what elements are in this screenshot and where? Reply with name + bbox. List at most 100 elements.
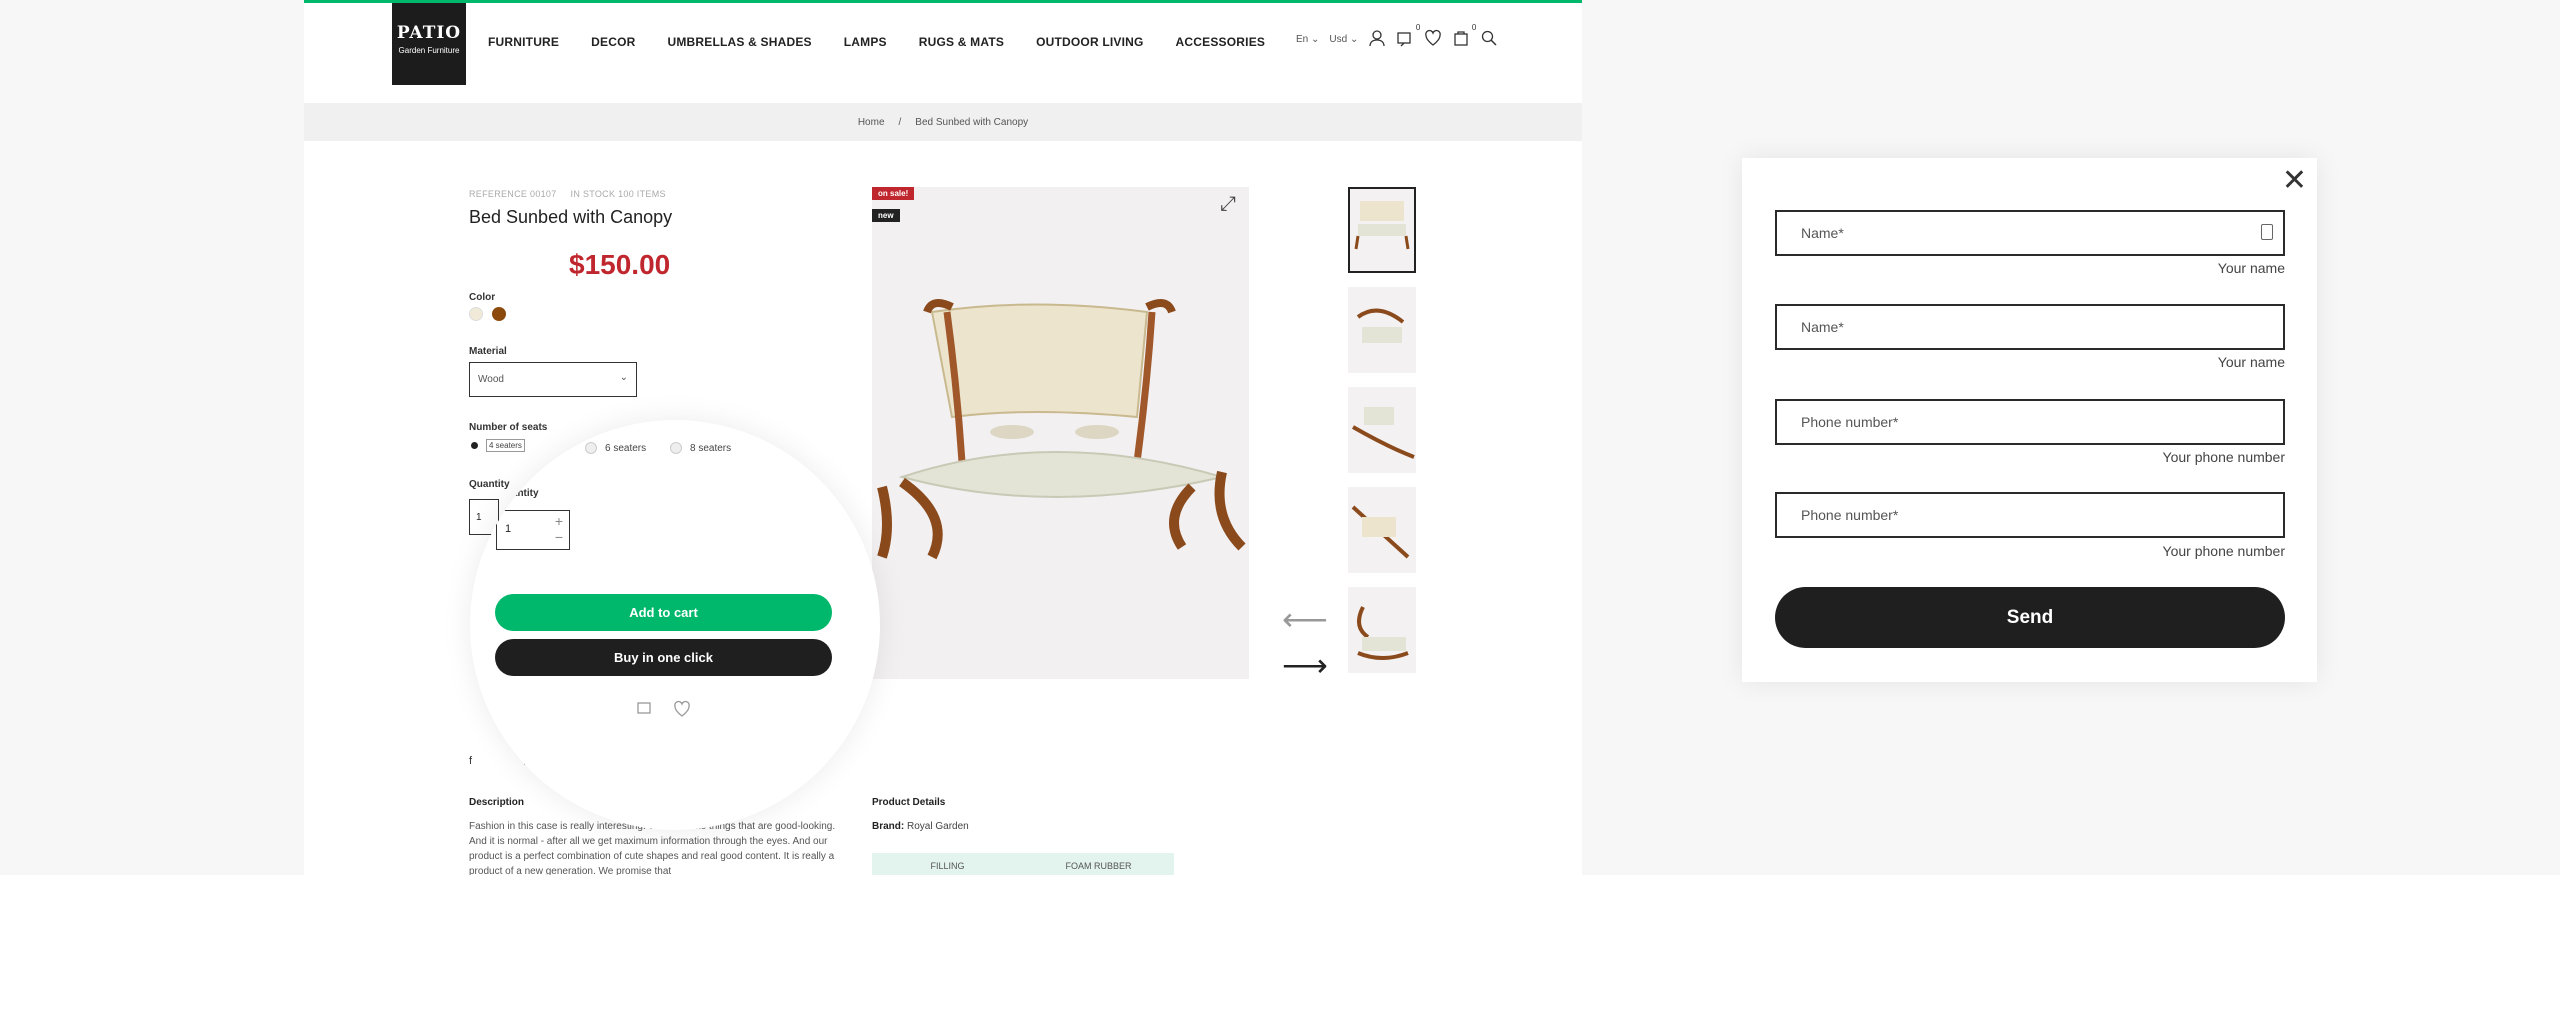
product-brand: Brand: Royal Garden (872, 821, 969, 832)
field-placeholder: Phone number* (1801, 414, 1899, 430)
currency-value: Usd (1329, 34, 1348, 45)
product-meta: REFERENCE 00107 IN STOCK 100 ITEMS (469, 189, 666, 199)
brand-label: Brand: (872, 821, 905, 832)
close-icon[interactable]: ✕ (2282, 166, 2307, 196)
nav-item-lamps[interactable]: LAMPS (844, 35, 887, 49)
sunbed-illustration (877, 299, 1246, 560)
callback-popup: ✕ Name* Your name Name* Your name Phone … (1742, 158, 2317, 682)
expand-icon[interactable]: ⤢ (1220, 193, 1236, 216)
name-field-2[interactable]: Name* (1775, 304, 2285, 350)
wishlist-icon[interactable] (672, 700, 692, 723)
brand-value: Royal Garden (907, 821, 969, 832)
search-icon[interactable] (1480, 29, 1498, 50)
minus-icon[interactable]: − (555, 529, 563, 545)
zoom-quantity-label: Quantity (498, 488, 539, 499)
radio-unselected (585, 442, 597, 454)
seat-option-label: 8 seaters (690, 442, 732, 454)
currency-select[interactable]: Usd ⌄ (1329, 34, 1358, 45)
name-field[interactable]: Name* (1775, 210, 2285, 256)
field-hint: Your phone number (2162, 449, 2285, 465)
product-price: $150.00 (569, 249, 671, 280)
facebook-icon[interactable]: f (469, 755, 472, 767)
material-select[interactable]: Wood ⌄ (469, 362, 637, 397)
color-swatch-cream[interactable] (469, 307, 483, 321)
prev-arrow-icon[interactable]: ⟵ (1282, 603, 1328, 635)
field-placeholder: Name* (1801, 225, 1844, 241)
spec-key: FILLING (930, 860, 965, 871)
seats-label: Number of seats (469, 422, 548, 433)
phone-field-2[interactable]: Phone number* (1775, 492, 2285, 538)
send-button[interactable]: Send (1775, 587, 2285, 648)
quantity-value: 1 (505, 523, 512, 535)
breadcrumb: Home / Bed Sunbed with Canopy (304, 103, 1582, 141)
language-select[interactable]: En ⌄ (1296, 34, 1319, 45)
field-hint: Your phone number (2162, 543, 2285, 559)
color-swatch-brown[interactable] (492, 307, 506, 321)
nav-item-furniture[interactable]: FURNITURE (488, 35, 559, 49)
nav-item-umbrellas[interactable]: UMBRELLAS & SHADES (667, 35, 811, 49)
sale-badge: on sale! (872, 187, 915, 200)
product-details-title: Product Details (872, 797, 946, 808)
compare-icon[interactable]: 0 (1396, 23, 1420, 50)
wishlist-icon[interactable] (1424, 29, 1442, 50)
buy-one-click-button[interactable]: Buy in one click (495, 639, 832, 676)
material-value: Wood (478, 374, 504, 385)
compare-count: 0 (1415, 23, 1421, 32)
thumbnail-image (1357, 606, 1409, 660)
spec-value: FOAM RUBBER (1065, 860, 1132, 871)
thumbnail-image (1356, 308, 1405, 343)
product-stock: IN STOCK 100 ITEMS (570, 189, 666, 199)
compare-icon[interactable] (635, 700, 655, 723)
breadcrumb-home[interactable]: Home (858, 117, 885, 128)
main-nav: FURNITURE DECOR UMBRELLAS & SHADES LAMPS… (488, 35, 1265, 49)
header-tools: En ⌄ Usd ⌄ 0 0 (1296, 23, 1498, 50)
thumbnail-3[interactable] (1348, 387, 1416, 473)
logo-tagline: Garden Furniture (398, 46, 460, 55)
seat-option-label: 4 seaters (486, 439, 525, 452)
logo-name: PATIO (396, 23, 462, 43)
quantity-value: 1 (476, 512, 482, 523)
field-hint: Your name (2217, 260, 2285, 276)
product-main-image[interactable] (872, 187, 1249, 679)
field-placeholder: Phone number* (1801, 507, 1899, 523)
color-label: Color (469, 292, 496, 303)
user-icon[interactable] (1368, 29, 1386, 50)
thumbnail-image (1351, 505, 1410, 559)
description-title: Description (469, 797, 525, 808)
nav-item-decor[interactable]: DECOR (591, 35, 635, 49)
logo[interactable]: PATIO Garden Furniture (392, 3, 466, 85)
thumbnail-5[interactable] (1348, 587, 1416, 673)
radio-selected (471, 442, 478, 449)
next-arrow-icon[interactable]: ⟶ (1282, 649, 1328, 681)
add-to-cart-button[interactable]: Add to cart (495, 594, 832, 631)
language-value: En (1296, 34, 1309, 45)
nav-item-outdoor[interactable]: OUTDOOR LIVING (1036, 35, 1143, 49)
cart-icon[interactable]: 0 (1452, 23, 1476, 50)
breadcrumb-separator: / (898, 116, 902, 128)
quantity-stepper[interactable]: 1 + − (496, 510, 570, 550)
field-hint: Your name (2217, 354, 2285, 370)
nav-item-rugs[interactable]: RUGS & MATS (919, 35, 1004, 49)
field-placeholder: Name* (1801, 319, 1844, 335)
product-reference: REFERENCE 00107 (469, 189, 557, 199)
thumbnail-image (1352, 407, 1415, 459)
seat-option-6a[interactable]: 6 seaters (585, 442, 646, 454)
seat-option-label: 6 seaters (605, 442, 647, 454)
thumbnail-2[interactable] (1348, 287, 1416, 373)
thumbnail-4[interactable] (1348, 487, 1416, 573)
plus-icon[interactable]: + (555, 513, 563, 529)
new-badge: new (872, 209, 900, 222)
cart-count: 0 (1471, 23, 1477, 32)
contact-card-icon (2261, 224, 2273, 240)
phone-field[interactable]: Phone number* (1775, 399, 2285, 445)
thumbnail-1[interactable] (1348, 187, 1416, 273)
seat-option-4[interactable]: 4 seaters (471, 439, 525, 452)
chevron-down-icon: ⌄ (619, 372, 628, 383)
thumbnail-image (1354, 201, 1410, 250)
seat-option-8[interactable]: 8 seaters (670, 442, 731, 454)
product-title: Bed Sunbed with Canopy (469, 207, 673, 227)
zoom-magnifier: 6 seaters 8 seaters Quantity 1 + − Add t… (470, 420, 880, 830)
spec-row: FILLING FOAM RUBBER (872, 853, 1174, 875)
nav-item-accessories[interactable]: ACCESSORIES (1176, 35, 1266, 49)
radio-unselected (670, 442, 682, 454)
